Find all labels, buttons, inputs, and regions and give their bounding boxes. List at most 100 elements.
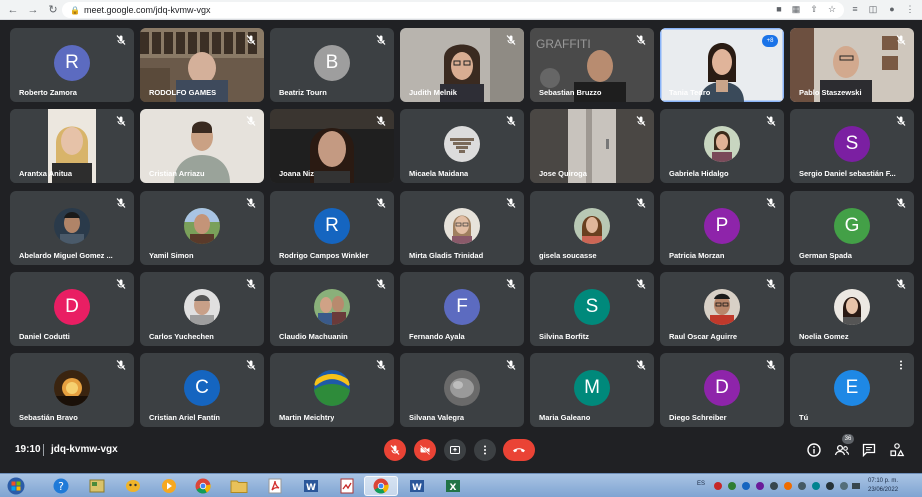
svg-text:X: X — [450, 483, 457, 493]
participant-tile[interactable]: Pablo Staszewski — [790, 28, 914, 102]
taskbar-acrobat[interactable] — [258, 476, 292, 496]
participant-tile[interactable]: E Tú — [790, 353, 914, 427]
document-icon — [340, 478, 354, 494]
participant-tile[interactable]: Claudio Machuanin — [270, 272, 394, 346]
participant-tile[interactable]: D Daniel Codutti — [10, 272, 134, 346]
participant-tile[interactable]: Mirta Gladis Trinidad — [400, 191, 524, 265]
mic-off-icon — [506, 279, 516, 289]
microphone-button[interactable] — [384, 439, 406, 461]
participant-tile[interactable]: M Maria Galeano — [530, 353, 654, 427]
leave-call-button[interactable] — [503, 439, 535, 461]
chrome-icon — [195, 478, 211, 494]
participant-tile[interactable]: S Silvina Borfitz — [530, 272, 654, 346]
chat-icon[interactable] — [861, 442, 877, 458]
participant-tile[interactable]: R Rodrigo Campos Winkler — [270, 191, 394, 265]
camera-icon[interactable]: ■ — [773, 3, 785, 15]
profile-icon[interactable]: ● — [886, 3, 898, 15]
taskbar-media-player[interactable] — [152, 476, 186, 496]
translate-icon[interactable]: ▦ — [790, 3, 802, 15]
participant-avatar — [314, 289, 350, 325]
participant-tile[interactable]: Carlos Yuchechen — [140, 272, 264, 346]
taskbar-word-1[interactable]: W — [294, 476, 328, 496]
participant-name: Tania Tedro — [669, 88, 711, 97]
more-options-button[interactable] — [474, 439, 496, 461]
taskbar-explorer[interactable] — [222, 476, 256, 496]
menu-icon[interactable]: ⋮ — [904, 3, 916, 15]
forward-icon[interactable]: → — [26, 3, 40, 17]
reload-icon[interactable]: ↻ — [46, 3, 60, 17]
more-options-icon[interactable] — [895, 359, 907, 371]
mic-off-icon — [766, 116, 776, 126]
taskbar-app-2[interactable] — [80, 476, 114, 496]
participant-tile[interactable]: Martin Meichtry — [270, 353, 394, 427]
participant-tile[interactable]: Judith Melnik — [400, 28, 524, 102]
participant-name: Silvina Borfitz — [539, 332, 590, 341]
star-icon[interactable]: ☆ — [826, 3, 838, 15]
taskbar-help[interactable]: ? — [44, 476, 78, 496]
participant-tile[interactable]: F Fernando Ayala — [400, 272, 524, 346]
mic-off-icon — [506, 35, 516, 45]
mic-off-icon — [376, 116, 386, 126]
participant-tile[interactable]: D Diego Schreiber — [660, 353, 784, 427]
participant-tile[interactable]: R Roberto Zamora — [10, 28, 134, 102]
sidepanel-icon[interactable]: ◫ — [867, 3, 879, 15]
participant-tile[interactable]: G German Spada — [790, 191, 914, 265]
participant-tile[interactable]: Joana Niz — [270, 109, 394, 183]
participant-tile[interactable]: Noelia Gomez — [790, 272, 914, 346]
taskbar-word-2[interactable]: W — [400, 476, 434, 496]
participant-tile[interactable]: gisela soucasse — [530, 191, 654, 265]
activities-icon[interactable] — [889, 442, 905, 458]
participant-tile[interactable]: Cristian Arriazu — [140, 109, 264, 183]
taskbar-chrome-1[interactable] — [186, 476, 220, 496]
participant-tile[interactable]: Micaela Maidana — [400, 109, 524, 183]
participant-avatar: F — [444, 289, 480, 325]
participant-tile[interactable]: Jose Quiroga — [530, 109, 654, 183]
system-tray-icons[interactable] — [712, 480, 862, 492]
present-button[interactable] — [444, 439, 466, 461]
mic-off-icon — [116, 116, 126, 126]
participant-tile[interactable]: +8 Tania Tedro — [660, 28, 784, 102]
share-icon[interactable]: ⇧ — [808, 3, 820, 15]
participant-tile[interactable]: S Sergio Daniel sebastián F... — [790, 109, 914, 183]
taskbar-excel[interactable]: X — [436, 476, 470, 496]
participant-tile[interactable]: C Cristian Ariel Fantín — [140, 353, 264, 427]
start-button[interactable] — [4, 476, 28, 496]
participant-name: Pablo Staszewski — [799, 88, 862, 97]
reading-list-icon[interactable]: ≡ — [849, 3, 861, 15]
info-icon[interactable] — [806, 442, 822, 458]
participant-name: Sebastian Bruzzo — [539, 88, 602, 97]
mic-off-icon — [896, 116, 906, 126]
taskbar-clock[interactable]: 07:10 p. m. 23/06/2022 — [868, 477, 898, 495]
address-bar[interactable]: 🔒 meet.google.com/jdq-kvmw-vgx — [62, 2, 844, 18]
participant-tile[interactable]: Sebastián Bravo — [10, 353, 134, 427]
mic-off-icon — [116, 35, 126, 45]
participant-name: Jose Quiroga — [539, 169, 587, 178]
participant-tile[interactable]: Gabriela Hidalgo — [660, 109, 784, 183]
back-icon[interactable]: ← — [6, 3, 20, 17]
participant-tile[interactable]: Abelardo Miguel Gomez ... — [10, 191, 134, 265]
svg-text:W: W — [412, 483, 422, 493]
keyboard-language[interactable]: ES — [697, 481, 705, 487]
participant-avatar — [54, 370, 90, 406]
participant-tile[interactable]: B Beatriz Tourn — [270, 28, 394, 102]
word-icon: W — [304, 480, 318, 493]
participant-tile[interactable]: Arantxa Anitua — [10, 109, 134, 183]
taskbar-app-3[interactable] — [116, 476, 150, 496]
taskbar-app-8[interactable] — [330, 476, 364, 496]
people-icon[interactable] — [834, 442, 850, 458]
meeting-code: jdq-kvmw-vgx — [51, 444, 118, 455]
participant-tile[interactable]: Yamil Simon — [140, 191, 264, 265]
participant-tile[interactable]: Silvana Valegra — [400, 353, 524, 427]
svg-text:?: ? — [58, 480, 64, 493]
mic-off-icon — [636, 279, 646, 289]
participant-tile[interactable]: Raul Oscar Aguirre — [660, 272, 784, 346]
mic-off-icon — [116, 198, 126, 208]
camera-button[interactable] — [414, 439, 436, 461]
participant-tile[interactable]: P Patricia Morzan — [660, 191, 784, 265]
participant-tile[interactable]: GRAFFITI Sebastian Bruzzo — [530, 28, 654, 102]
participant-tile[interactable]: RODOLFO GAMES — [140, 28, 264, 102]
taskbar-chrome-2[interactable] — [364, 476, 398, 496]
pdf-icon — [268, 478, 282, 494]
chrome-icon — [373, 478, 389, 494]
participant-name: Martin Meichtry — [279, 413, 335, 422]
